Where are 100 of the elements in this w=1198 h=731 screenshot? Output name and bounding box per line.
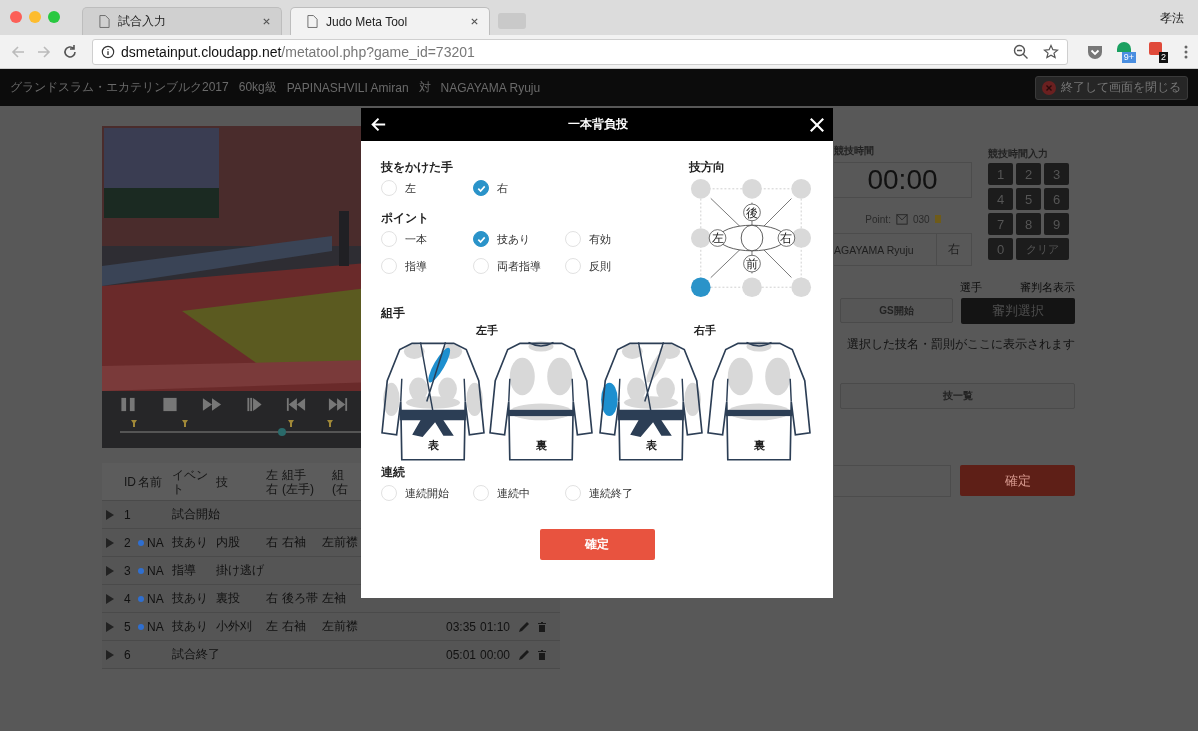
option-label[interactable]: 一本 bbox=[405, 231, 427, 247]
grip-zone[interactable] bbox=[684, 382, 701, 417]
table-cell-text: 5 bbox=[124, 619, 132, 634]
option-label[interactable]: 指導 bbox=[405, 258, 427, 274]
match-info: PAPINASHVILI Amiran bbox=[286, 80, 409, 95]
column-header: イベント bbox=[172, 467, 209, 496]
star-icon[interactable] bbox=[1043, 43, 1059, 60]
table-cell: NA bbox=[147, 619, 164, 634]
grip-zone[interactable] bbox=[727, 357, 753, 396]
option-label[interactable]: 有効 bbox=[589, 231, 611, 247]
table-cell: 小外刈 bbox=[216, 619, 252, 633]
browser-tab[interactable]: Judo Meta Tool bbox=[290, 7, 490, 35]
badge: 9+ bbox=[1121, 51, 1136, 63]
envelope-icon bbox=[895, 213, 908, 225]
table-cell-text: 指導 bbox=[172, 562, 197, 579]
grip-zone[interactable] bbox=[409, 377, 428, 401]
option-label[interactable]: 連続中 bbox=[497, 485, 530, 501]
pause-icon[interactable] bbox=[118, 396, 138, 413]
keypad-key[interactable]: 5 bbox=[1016, 188, 1041, 210]
grip-zone[interactable] bbox=[656, 377, 675, 401]
grip-zone[interactable] bbox=[405, 396, 461, 409]
expand-icon[interactable] bbox=[106, 537, 114, 548]
zoom-out-icon[interactable] bbox=[1013, 43, 1029, 60]
expand-icon[interactable] bbox=[106, 509, 114, 520]
table-cell: 03:35 bbox=[446, 619, 477, 634]
trash-icon[interactable] bbox=[536, 620, 548, 633]
address-field[interactable]: dsmetainput.cloudapp.net/metatool.php?game_id=73201 bbox=[92, 38, 1068, 65]
option-label[interactable]: 右 bbox=[497, 180, 508, 196]
radio-button[interactable] bbox=[473, 231, 489, 247]
table-cell: 後ろ帯 bbox=[282, 591, 318, 605]
close-icon[interactable] bbox=[470, 17, 479, 26]
keypad-key[interactable]: 2 bbox=[1016, 163, 1041, 185]
document-icon bbox=[99, 15, 110, 28]
radio-button[interactable] bbox=[473, 180, 489, 196]
window-close-button[interactable] bbox=[10, 11, 22, 23]
table-cell: 右袖 bbox=[282, 619, 306, 633]
input-field[interactable] bbox=[834, 465, 951, 497]
column-header: 組手 (左手) bbox=[282, 467, 315, 496]
option-label[interactable]: 反則 bbox=[589, 258, 611, 274]
grip-zone[interactable] bbox=[428, 347, 451, 383]
keypad-key[interactable]: 6 bbox=[1044, 188, 1069, 210]
browser-tab[interactable]: 試合入力 bbox=[82, 7, 282, 35]
player-name: AGAYAMA Ryuju bbox=[834, 242, 915, 258]
option-label[interactable]: 連続開始 bbox=[405, 485, 449, 501]
back-arrow-icon[interactable] bbox=[371, 117, 386, 132]
expand-icon[interactable] bbox=[106, 621, 114, 632]
option-label[interactable]: 技あり bbox=[497, 231, 530, 247]
fast-forward-icon[interactable] bbox=[202, 396, 222, 413]
referee-name-label[interactable]: 審判名表示 bbox=[1020, 280, 1075, 295]
grip-zone[interactable] bbox=[765, 357, 791, 396]
grip-zone[interactable] bbox=[623, 396, 679, 409]
grip-zone[interactable] bbox=[509, 357, 535, 396]
grip-zone[interactable] bbox=[547, 357, 573, 396]
match-info: 対 bbox=[418, 79, 431, 96]
view-label: 裏 bbox=[753, 439, 765, 452]
grip-zone[interactable] bbox=[746, 341, 772, 352]
grip-zone[interactable] bbox=[438, 377, 457, 401]
keypad-key[interactable]: 4 bbox=[988, 188, 1013, 210]
section-title: 組手 bbox=[381, 305, 406, 321]
skip-forward-icon[interactable] bbox=[328, 396, 348, 413]
grip-zone[interactable] bbox=[528, 341, 554, 352]
reload-icon[interactable] bbox=[62, 43, 78, 60]
table-cell: 左袖 bbox=[322, 591, 346, 605]
window-maximize-button[interactable] bbox=[48, 11, 60, 23]
expand-icon[interactable] bbox=[106, 565, 114, 576]
expand-icon[interactable] bbox=[106, 649, 114, 660]
keypad-key[interactable]: 7 bbox=[988, 213, 1013, 235]
pencil-icon[interactable] bbox=[518, 620, 530, 633]
forward-icon[interactable] bbox=[36, 43, 52, 60]
table-cell: 01:10 bbox=[480, 619, 511, 634]
grip-zone[interactable] bbox=[627, 377, 646, 401]
menu-icon[interactable] bbox=[1184, 43, 1188, 60]
table-cell: 試合終了 bbox=[172, 646, 216, 663]
step-forward-icon[interactable] bbox=[244, 396, 264, 413]
expand-icon[interactable] bbox=[106, 593, 114, 604]
option-label[interactable]: 両者指導 bbox=[497, 258, 541, 274]
pencil-icon[interactable] bbox=[518, 648, 530, 661]
trash-icon[interactable] bbox=[536, 648, 548, 661]
profile-name[interactable]: 孝法 bbox=[1160, 10, 1184, 27]
direction-option[interactable] bbox=[690, 277, 711, 298]
grip-zone[interactable] bbox=[621, 344, 643, 359]
badge: 2 bbox=[1159, 51, 1168, 63]
confirm-button[interactable]: 確定 bbox=[960, 465, 1075, 496]
grip-zone[interactable] bbox=[601, 382, 618, 417]
section-title: ポイント bbox=[381, 211, 430, 226]
back-icon[interactable] bbox=[10, 43, 26, 60]
keypad-key[interactable]: 8 bbox=[1016, 213, 1041, 235]
grip-zone[interactable] bbox=[466, 382, 483, 417]
keypad-key[interactable]: 3 bbox=[1044, 163, 1069, 185]
close-screen-button[interactable]: 終了して画面を閉じる bbox=[1035, 75, 1188, 100]
direction-option[interactable] bbox=[690, 228, 711, 248]
view-label: 表 bbox=[427, 439, 439, 452]
view-label: 表 bbox=[645, 439, 657, 452]
option-label[interactable]: 連続終了 bbox=[589, 485, 633, 501]
grip-zone[interactable] bbox=[383, 382, 400, 417]
keypad-key[interactable]: 1 bbox=[988, 163, 1013, 185]
option-label[interactable]: 左 bbox=[405, 180, 416, 196]
confirm-button[interactable]: 確定 bbox=[539, 529, 655, 560]
grip-zone[interactable] bbox=[403, 344, 425, 359]
skip-back-icon[interactable] bbox=[286, 396, 306, 413]
